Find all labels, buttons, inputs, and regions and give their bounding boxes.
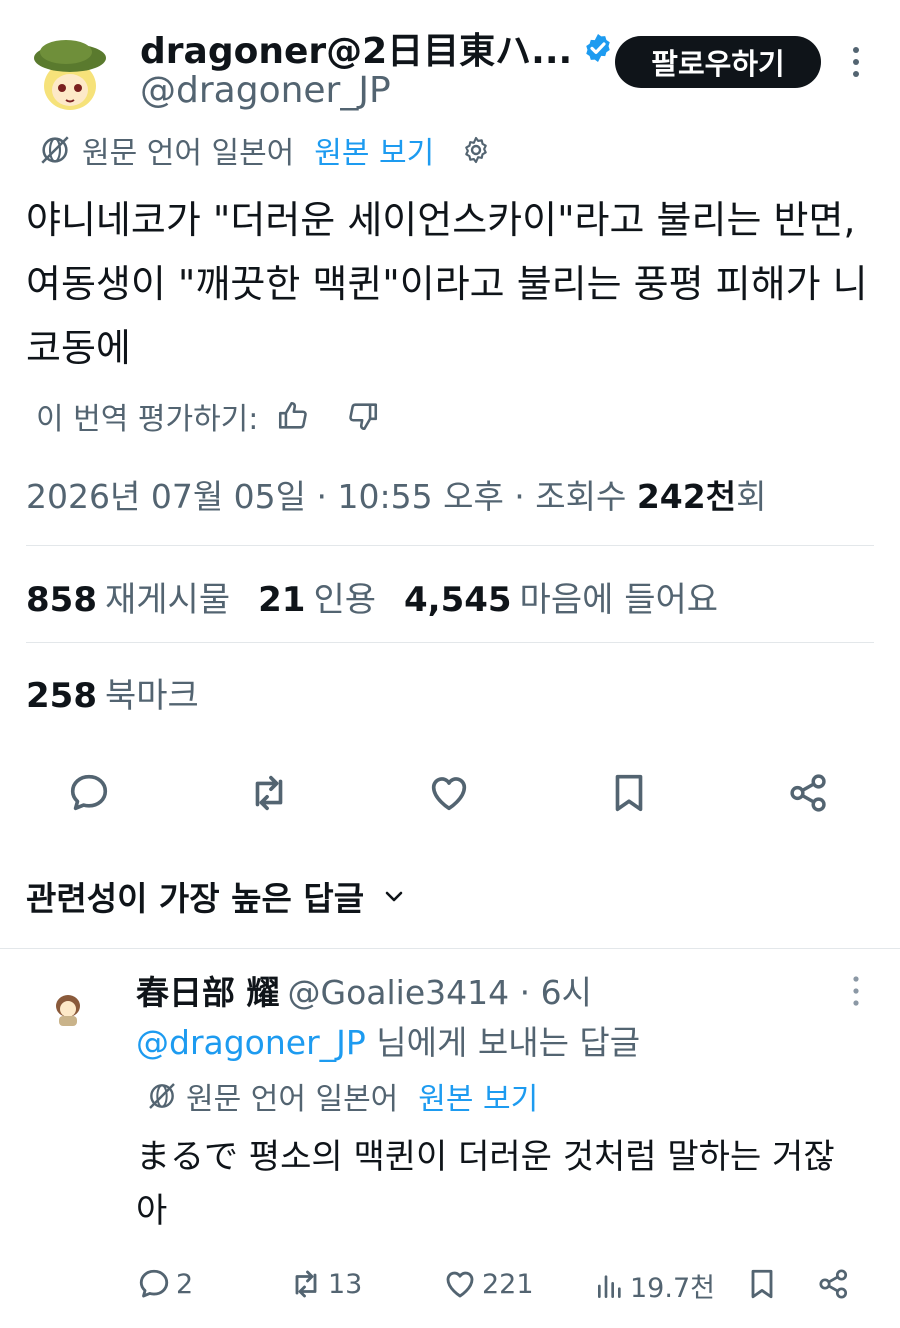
reply-translation-notice: 원문 언어 일본어 원본 보기 — [146, 1074, 538, 1118]
reply-reply-count: 2 — [176, 1268, 194, 1300]
repost-icon[interactable] — [246, 770, 292, 816]
thumbs-up-icon[interactable] — [276, 399, 310, 433]
likes-count: 4,545 — [404, 580, 512, 620]
tweet-text: 야니네코가 "더러운 세이언스카이"라고 불리는 반면, 여동생이 "깨끗한 맥… — [26, 198, 868, 370]
rate-translation: 이 번역 평가하기: — [36, 394, 380, 438]
reply-view-count: 19.7천 — [630, 1273, 715, 1304]
like-icon[interactable] — [426, 770, 472, 816]
reposts-label: 재게시물 — [104, 580, 231, 620]
more-options-icon[interactable] — [848, 44, 864, 80]
view-count-suffix: 회 — [736, 477, 767, 516]
share-icon — [819, 1269, 848, 1299]
translation-notice: 원문 언어 일본어 원본 보기 — [38, 128, 492, 172]
reply-like-button[interactable]: 221 — [442, 1266, 534, 1302]
replying-to-handle[interactable]: @dragoner_JP — [136, 1023, 366, 1062]
quotes-stat[interactable]: 21 인용 — [258, 572, 376, 621]
tweet-meta: 2026년 07월 05일 · 10:55 오후 · 조회수 242천회 — [26, 470, 766, 518]
translation-label: 원문 언어 일본어 — [82, 136, 295, 171]
repost-icon — [295, 1270, 317, 1298]
reply-bookmark-button[interactable] — [744, 1266, 784, 1302]
reply-header: 春日部 耀 @Goalie3414 · 6시 — [136, 966, 592, 1014]
chevron-down-icon — [385, 891, 403, 902]
thumbs-down-icon[interactable] — [346, 399, 380, 433]
rate-translation-label: 이 번역 평가하기: — [36, 402, 259, 437]
analytics-icon — [598, 1274, 621, 1298]
divider — [26, 545, 874, 546]
verified-badge-icon — [586, 34, 610, 62]
author-display-name[interactable]: dragoner@2日目東ハ... — [140, 22, 572, 74]
reply-text: まるで 평소의 맥퀸이 더러운 것처럼 말하는 거잖아 — [136, 1137, 835, 1231]
author-name-row[interactable]: dragoner@2日目東ハ... — [140, 22, 614, 74]
reply-author-name[interactable]: 春日部 耀 — [136, 966, 280, 1014]
reposts-count: 858 — [26, 580, 97, 620]
engagement-stats: 858 재게시물 21 인용 4,545 마음에 들어요 — [26, 572, 746, 621]
reply-handle-time[interactable]: @Goalie3414 · 6시 — [288, 966, 592, 1014]
replying-to: @dragoner_JP 님에게 보내는 답글 — [136, 1016, 640, 1064]
more-options-icon[interactable] — [848, 974, 864, 1008]
bookmarks-label: 북마크 — [104, 676, 199, 716]
globe-slash-icon — [149, 1083, 175, 1109]
quotes-count: 21 — [258, 580, 306, 620]
bookmark-icon[interactable] — [606, 770, 652, 816]
gear-icon[interactable] — [460, 134, 492, 166]
reply-translation-label: 원문 언어 일본어 — [186, 1082, 399, 1117]
share-icon[interactable] — [786, 770, 832, 816]
view-count: 242천 — [636, 477, 737, 516]
reply-like-count: 221 — [482, 1268, 534, 1300]
bookmarks-stat[interactable]: 258 북마크 — [26, 668, 199, 717]
author-avatar[interactable] — [26, 28, 114, 116]
reposts-stat[interactable]: 858 재게시물 — [26, 572, 230, 621]
likes-stat[interactable]: 4,545 마음에 들어요 — [404, 572, 718, 621]
like-icon — [446, 1271, 474, 1298]
reply-views-button[interactable]: 19.7천 — [594, 1266, 715, 1305]
divider — [26, 642, 874, 643]
reply-reply-button[interactable]: 2 — [136, 1266, 193, 1302]
replies-sort-label: 관련성이 가장 높은 답글 — [26, 879, 365, 918]
reply-author-avatar[interactable] — [42, 982, 94, 1034]
reply-icon — [139, 1269, 169, 1298]
reply-share-button[interactable] — [816, 1266, 856, 1302]
reply-action-bar: 2 13 221 19.7천 — [136, 1266, 866, 1312]
follow-button[interactable]: 팔로우하기 — [615, 36, 821, 88]
quotes-label: 인용 — [313, 580, 376, 620]
replies-sort-dropdown[interactable]: 관련성이 가장 높은 답글 — [26, 872, 406, 920]
bookmarks-count: 258 — [26, 676, 97, 716]
likes-label: 마음에 들어요 — [519, 580, 719, 620]
reply-repost-button[interactable]: 13 — [288, 1266, 362, 1302]
reply-icon[interactable] — [66, 770, 112, 816]
globe-slash-icon — [41, 136, 69, 164]
author-handle[interactable]: @dragoner_JP — [140, 70, 391, 111]
bookmark-icon — [751, 1269, 773, 1299]
reply-repost-count: 13 — [328, 1268, 363, 1300]
show-original-link[interactable]: 원본 보기 — [314, 128, 434, 172]
tweet-timestamp[interactable]: 2026년 07월 05일 · 10:55 오후 · 조회수 — [26, 477, 637, 516]
replying-to-suffix: 님에게 보내는 답글 — [365, 1023, 641, 1062]
divider — [0, 948, 900, 949]
reply-show-original-link[interactable]: 원본 보기 — [418, 1074, 538, 1118]
